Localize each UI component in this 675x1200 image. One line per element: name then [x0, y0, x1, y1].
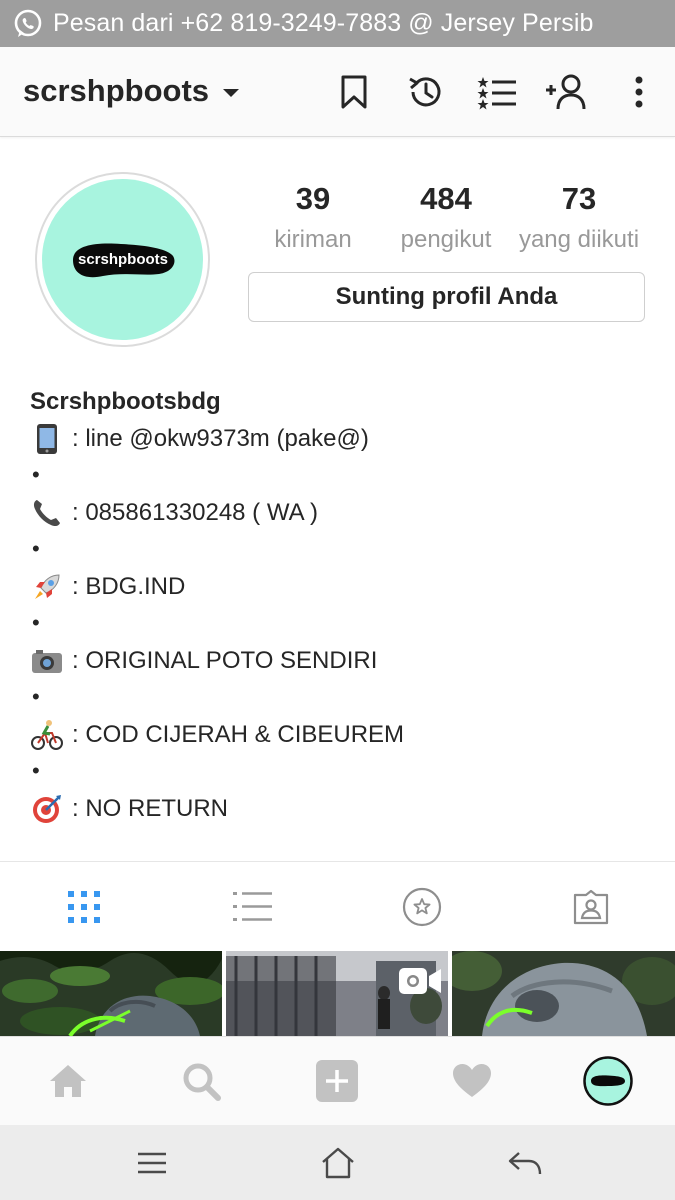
bio-line-text: : ORIGINAL POTO SENDIRI: [72, 647, 378, 674]
bio-line-text: : 085861330248 ( WA ): [72, 499, 318, 526]
telephone-icon: [30, 496, 64, 530]
following-count[interactable]: 73 yang diikuti: [510, 180, 648, 262]
home-icon: [50, 1065, 86, 1097]
following-number: 73: [561, 181, 597, 216]
followers-label: pengikut: [400, 226, 492, 253]
heart-icon: [453, 1064, 491, 1097]
whatsapp-icon: [14, 9, 42, 37]
profile-header-bar: scrshpboots: [0, 47, 675, 137]
back-icon: [508, 1152, 542, 1175]
account-switcher[interactable]: scrshpboots: [23, 73, 240, 109]
post-grid: [0, 951, 675, 1036]
search-icon: [183, 1063, 221, 1101]
home-outline-icon: [322, 1147, 354, 1179]
saved-star-icon: [402, 887, 442, 927]
display-name: Scrshpbootsbdg: [30, 388, 221, 415]
profile-tabs: [0, 861, 675, 951]
bio-separator: •: [32, 684, 40, 709]
posts-count[interactable]: 39 kiriman: [258, 180, 368, 262]
bio-line-text: : BDG.IND: [72, 573, 186, 600]
notification-text: Pesan dari +62 819-3249-7883 @ Jersey Pe…: [53, 9, 594, 37]
more-icon[interactable]: [619, 71, 659, 113]
close-friends-list-icon[interactable]: [477, 71, 517, 113]
system-menu-button[interactable]: [132, 1143, 172, 1183]
system-home-button[interactable]: [318, 1143, 358, 1183]
grid-icon: [68, 891, 100, 923]
tagged-icon: [573, 889, 609, 925]
bio-line: : line @okw9373m (pake@): [30, 422, 369, 456]
post-thumbnail[interactable]: [0, 951, 222, 1036]
bottom-navigation: [0, 1036, 675, 1125]
camera-icon: [30, 644, 64, 678]
nav-profile[interactable]: [583, 1056, 633, 1106]
username: scrshpboots: [23, 73, 210, 108]
rocket-icon: [30, 570, 64, 604]
target-icon: [30, 792, 64, 826]
bio-separator: •: [32, 462, 40, 487]
tab-list[interactable]: [233, 887, 273, 927]
nav-home[interactable]: [46, 1059, 90, 1103]
bio-line-text: : line @okw9373m (pake@): [72, 425, 369, 452]
nav-add-post[interactable]: [315, 1059, 359, 1103]
tab-grid[interactable]: [64, 887, 104, 927]
posts-label: kiriman: [274, 226, 352, 253]
scrshpboots-logo-icon: scrshpboots: [72, 243, 174, 277]
video-icon: [399, 968, 441, 994]
followers-count[interactable]: 484 pengikut: [390, 180, 502, 262]
bio-line: : ORIGINAL POTO SENDIRI: [30, 644, 377, 678]
bio-line: : BDG.IND: [30, 570, 185, 604]
chevron-down-icon: [223, 89, 240, 97]
bio-line: : NO RETURN: [30, 792, 228, 826]
cyclist-icon: [30, 718, 64, 752]
list-icon: [233, 892, 272, 921]
add-post-icon: [316, 1060, 358, 1102]
post-thumbnail[interactable]: [452, 951, 675, 1036]
history-icon[interactable]: [405, 71, 445, 113]
avatar-logo-text: scrshpboots: [77, 251, 167, 268]
mobile-phone-icon: [30, 422, 64, 456]
nav-search[interactable]: [179, 1059, 223, 1103]
notification-bar[interactable]: Pesan dari +62 819-3249-7883 @ Jersey Pe…: [0, 0, 675, 47]
followers-number: 484: [420, 181, 472, 216]
avatar-image: scrshpboots: [42, 179, 203, 340]
bio-separator: •: [32, 610, 40, 635]
tab-tagged[interactable]: [571, 887, 611, 927]
edit-profile-button[interactable]: Sunting profil Anda: [248, 272, 645, 322]
posts-number: 39: [295, 181, 331, 216]
profile-avatar: [583, 1056, 633, 1106]
following-label: yang diikuti: [518, 226, 640, 253]
post-thumbnail[interactable]: [226, 951, 448, 1036]
bio-separator: •: [32, 758, 40, 783]
bio-line: : COD CIJERAH & CIBEUREM: [30, 718, 404, 752]
bio-line: : 085861330248 ( WA ): [30, 496, 318, 530]
nav-activity[interactable]: [450, 1059, 494, 1103]
profile-avatar-large[interactable]: scrshpboots: [35, 172, 210, 347]
bio-line-text: : COD CIJERAH & CIBEUREM: [72, 721, 405, 748]
menu-icon: [138, 1152, 166, 1174]
bio-separator: •: [32, 536, 40, 561]
tab-saved[interactable]: [402, 887, 442, 927]
bio-line-text: : NO RETURN: [72, 795, 228, 822]
system-navigation-bar: [0, 1125, 675, 1200]
add-person-icon[interactable]: [545, 71, 589, 113]
bookmark-icon[interactable]: [334, 71, 374, 113]
system-back-button[interactable]: [505, 1143, 545, 1183]
